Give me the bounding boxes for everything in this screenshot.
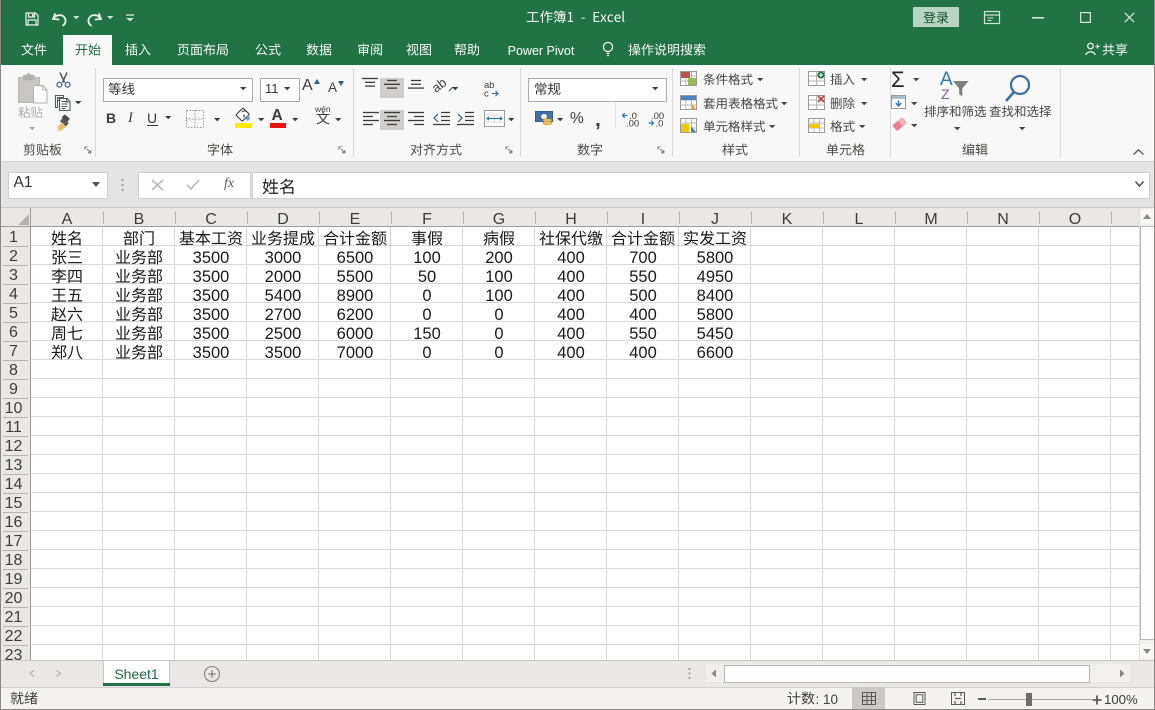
svg-text:c: c <box>484 89 489 100</box>
svg-text:.0: .0 <box>656 119 664 130</box>
svg-text:.00: .00 <box>626 119 639 130</box>
